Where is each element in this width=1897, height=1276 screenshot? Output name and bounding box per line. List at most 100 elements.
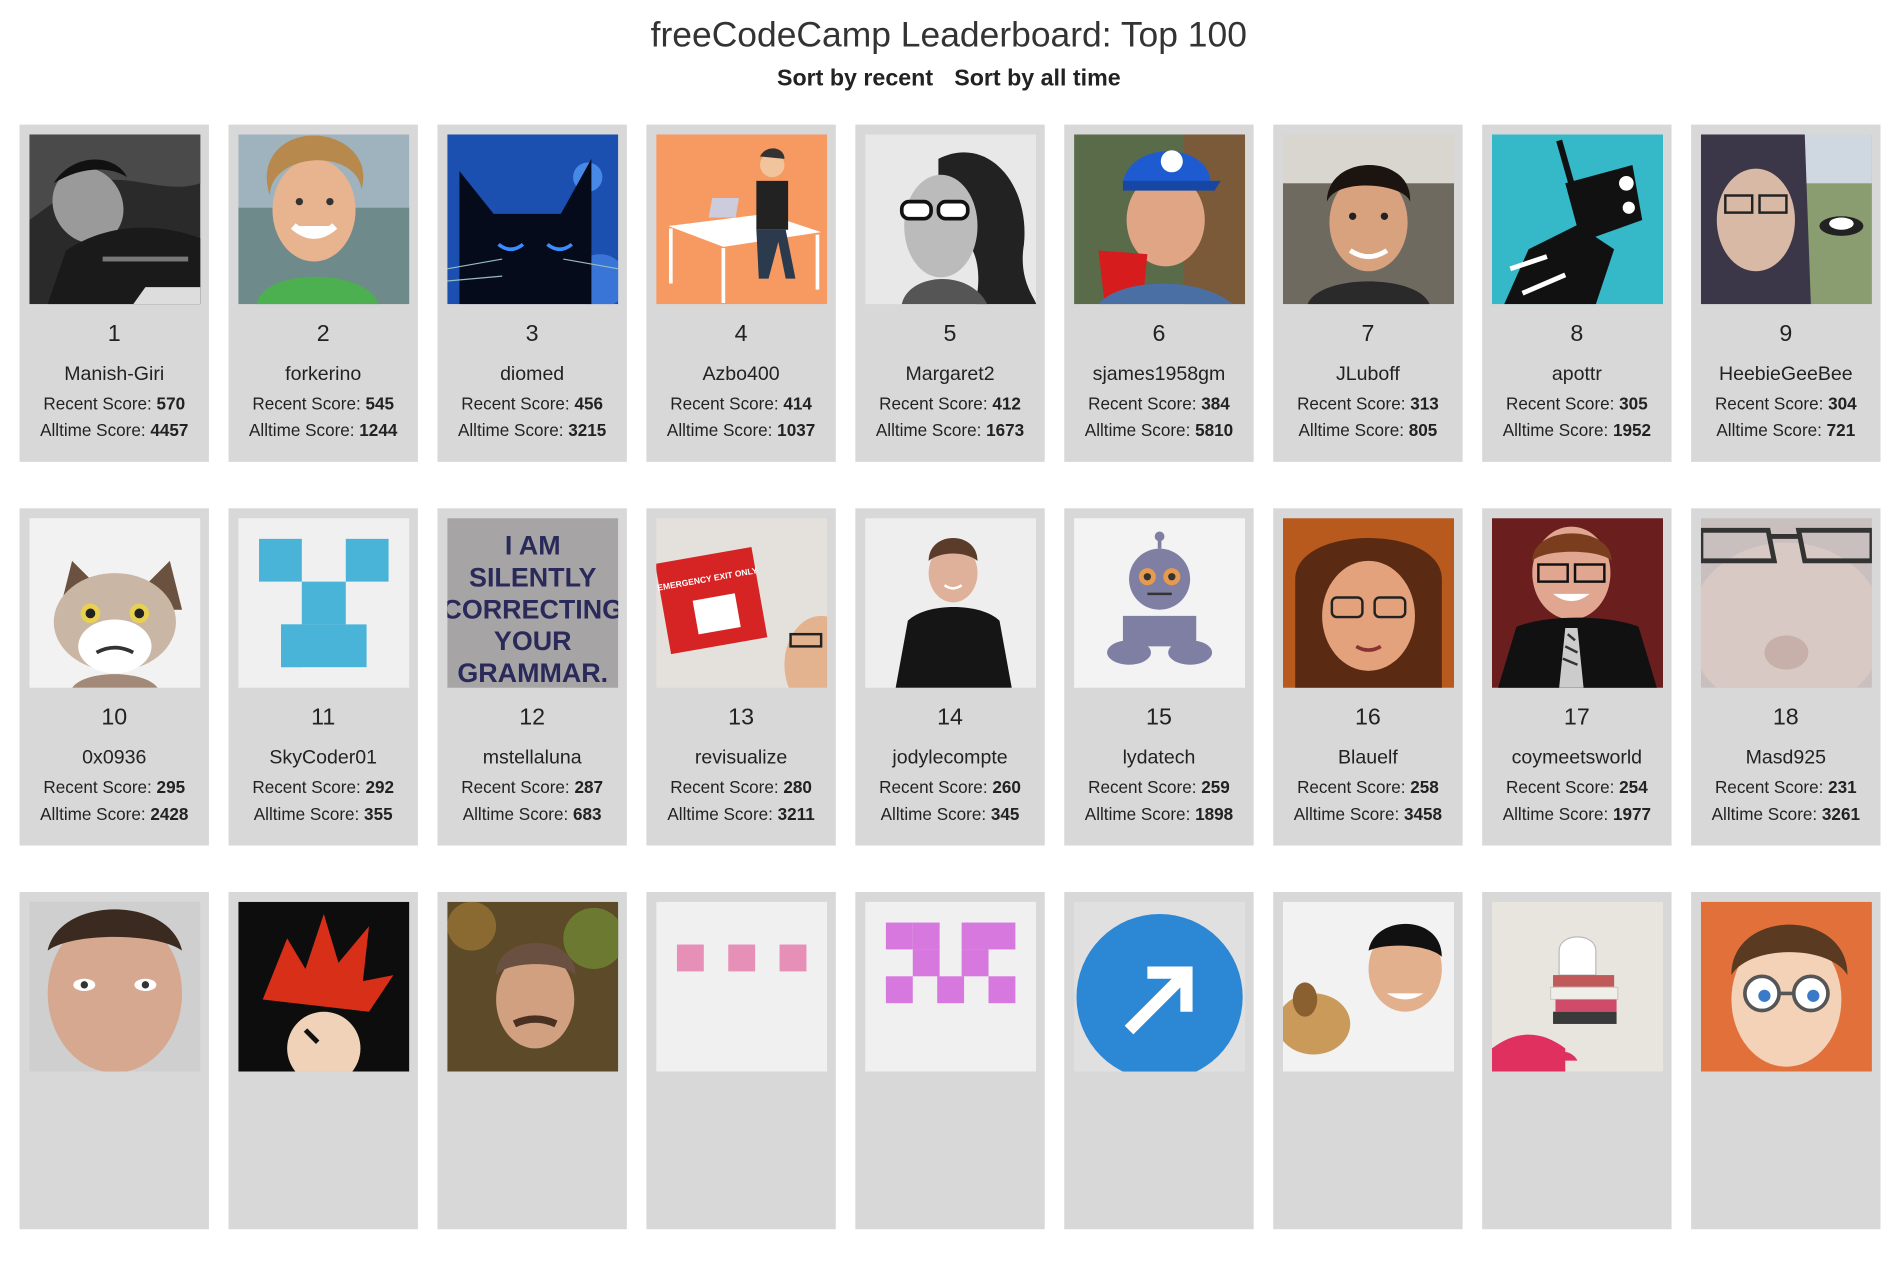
alltime-score: Alltime Score: 3261	[1691, 804, 1880, 824]
user-name[interactable]: jodylecompte	[855, 748, 1044, 770]
user-name[interactable]: forkerino	[228, 364, 417, 386]
user-avatar[interactable]	[1700, 134, 1872, 305]
recent-score-label: Recent Score:	[1088, 777, 1197, 797]
user-card[interactable]: 15 lydatech Recent Score: 259 Alltime Score…	[1064, 508, 1254, 846]
user-card[interactable]	[1482, 891, 1672, 1230]
user-card[interactable]: 5 Margaret2 Recent Score: 412 Alltime Score…	[855, 124, 1045, 462]
user-avatar[interactable]: EMERGENCY EXIT ONLY	[655, 518, 827, 688]
recent-score-value: 254	[1619, 777, 1648, 797]
sort-alltime-button[interactable]: Sort by all time	[954, 66, 1120, 92]
user-avatar[interactable]	[1700, 901, 1872, 1072]
user-avatar[interactable]	[1282, 518, 1454, 688]
user-name[interactable]: SkyCoder01	[228, 748, 417, 770]
user-avatar[interactable]	[1282, 134, 1454, 305]
user-card[interactable]: 3 diomed Recent Score: 456 Alltime Score: 3…	[437, 124, 627, 462]
user-avatar[interactable]	[28, 901, 200, 1072]
user-avatar[interactable]	[28, 134, 200, 305]
alltime-score-label: Alltime Score:	[1716, 420, 1822, 440]
user-card[interactable]	[1064, 891, 1254, 1230]
user-rank: 16	[1354, 705, 1381, 731]
user-card[interactable]: 4 Azbo400 Recent Score: 414 Alltime Score: …	[646, 124, 836, 462]
user-card[interactable]	[855, 891, 1045, 1230]
user-card[interactable]: 17 coymeetsworld Recent Score: 254 Alltime …	[1482, 508, 1672, 846]
user-name[interactable]: Masd925	[1691, 748, 1880, 770]
user-avatar[interactable]	[1700, 518, 1872, 688]
alltime-score-label: Alltime Score:	[1293, 804, 1400, 824]
user-avatar[interactable]	[655, 134, 827, 305]
user-card[interactable]: 1 Manish-Giri Recent Score: 570 Alltime Sco…	[19, 124, 209, 462]
user-card[interactable]: 7 JLuboff Recent Score: 313 Alltime Score: …	[1273, 124, 1463, 462]
user-card[interactable]	[1691, 891, 1881, 1230]
user-name[interactable]: lydatech	[1064, 748, 1253, 770]
recent-score: Recent Score: 304	[1691, 393, 1880, 413]
user-card[interactable]: 6 sjames1958gm Recent Score: 384 Alltime Sc…	[1064, 124, 1254, 462]
user-avatar[interactable]	[1282, 901, 1454, 1072]
user-card[interactable]	[437, 891, 627, 1230]
user-name[interactable]: revisualize	[646, 748, 835, 770]
user-card[interactable]: 14 jodylecompte Recent Score: 260 Alltime S…	[855, 508, 1045, 846]
user-rank: 6	[1152, 321, 1166, 348]
user-name[interactable]: Blauelf	[1273, 748, 1462, 770]
recent-score-label: Recent Score:	[879, 393, 988, 414]
user-avatar[interactable]	[28, 518, 200, 688]
user-rank: 5	[943, 321, 957, 348]
user-avatar[interactable]	[864, 901, 1036, 1072]
user-avatar[interactable]	[237, 518, 409, 688]
user-name[interactable]: JLuboff	[1273, 364, 1462, 386]
user-name[interactable]: mstellaluna	[437, 748, 626, 770]
user-card[interactable]: 2 forkerino Recent Score: 545 Alltime Score…	[228, 124, 418, 462]
recent-score-label: Recent Score:	[1506, 393, 1615, 414]
user-card[interactable]: 10 0x0936 Recent Score: 295 Alltime Score: …	[19, 508, 209, 846]
user-card[interactable]: 16 Blauelf Recent Score: 258 Alltime Score:…	[1273, 508, 1463, 846]
user-name[interactable]: apottr	[1482, 364, 1671, 386]
recent-score-value: 456	[574, 393, 603, 414]
user-card[interactable]: I AM SILENTLY CORRECTING YOUR GRAMMAR. 12 mste…	[437, 508, 627, 846]
alltime-score: Alltime Score: 1952	[1482, 420, 1671, 440]
user-avatar[interactable]	[1491, 518, 1663, 688]
user-avatar[interactable]	[446, 134, 618, 305]
alltime-score-label: Alltime Score:	[667, 804, 773, 824]
user-card[interactable]	[19, 891, 209, 1230]
user-avatar[interactable]	[864, 134, 1036, 305]
alltime-score-value: 1898	[1195, 804, 1234, 824]
user-avatar[interactable]	[1073, 901, 1245, 1072]
user-card[interactable]: 18 Masd925 Recent Score: 231 Alltime Score:…	[1691, 508, 1881, 846]
alltime-score-label: Alltime Score:	[1711, 804, 1818, 824]
user-avatar[interactable]	[1073, 518, 1245, 688]
user-card[interactable]: 9 HeebieGeeBee Recent Score: 304 Alltime Sc…	[1691, 124, 1881, 462]
user-avatar[interactable]	[1491, 901, 1663, 1072]
user-name[interactable]: sjames1958gm	[1064, 364, 1253, 386]
alltime-score: Alltime Score: 1244	[228, 420, 417, 440]
user-card[interactable]	[646, 891, 836, 1230]
user-avatar[interactable]	[1491, 134, 1663, 305]
user-name[interactable]: 0x0936	[20, 748, 209, 770]
user-avatar[interactable]	[655, 901, 827, 1072]
user-card[interactable]: 11 SkyCoder01 Recent Score: 292 Alltime Sco…	[228, 508, 418, 846]
user-name[interactable]: HeebieGeeBee	[1691, 364, 1880, 386]
recent-score: Recent Score: 292	[228, 777, 417, 797]
user-avatar[interactable]	[237, 901, 409, 1072]
sort-recent-button[interactable]: Sort by recent	[777, 66, 933, 92]
user-avatar[interactable]	[446, 901, 618, 1072]
user-name[interactable]: coymeetsworld	[1482, 748, 1671, 770]
user-name[interactable]: Azbo400	[646, 364, 835, 386]
recent-score: Recent Score: 295	[20, 777, 209, 797]
user-name[interactable]: Margaret2	[855, 364, 1044, 386]
user-card[interactable]	[1273, 891, 1463, 1230]
page: freeCodeCamp Leaderboard: Top 100 Sort b…	[0, 0, 1897, 1230]
recent-score-value: 570	[156, 393, 186, 414]
alltime-score-value: 1977	[1612, 804, 1652, 824]
alltime-score-label: Alltime Score:	[462, 804, 569, 824]
alltime-score-value: 1952	[1612, 420, 1652, 440]
user-card[interactable]: EMERGENCY EXIT ONLY 13 revisualize Recent S…	[646, 508, 836, 846]
recent-score-label: Recent Score:	[461, 777, 570, 797]
user-card[interactable]: 8 apottr Recent Score: 305 Alltime Score: 1…	[1482, 124, 1672, 462]
user-card[interactable]	[228, 891, 418, 1230]
recent-score-label: Recent Score:	[1088, 393, 1197, 414]
user-avatar[interactable]	[1073, 134, 1245, 305]
user-name[interactable]: Manish-Giri	[20, 364, 209, 386]
user-avatar[interactable]: I AM SILENTLY CORRECTING YOUR GRAMMAR.	[446, 518, 618, 688]
user-avatar[interactable]	[864, 518, 1036, 688]
user-name[interactable]: diomed	[437, 364, 626, 386]
user-avatar[interactable]	[237, 134, 409, 305]
